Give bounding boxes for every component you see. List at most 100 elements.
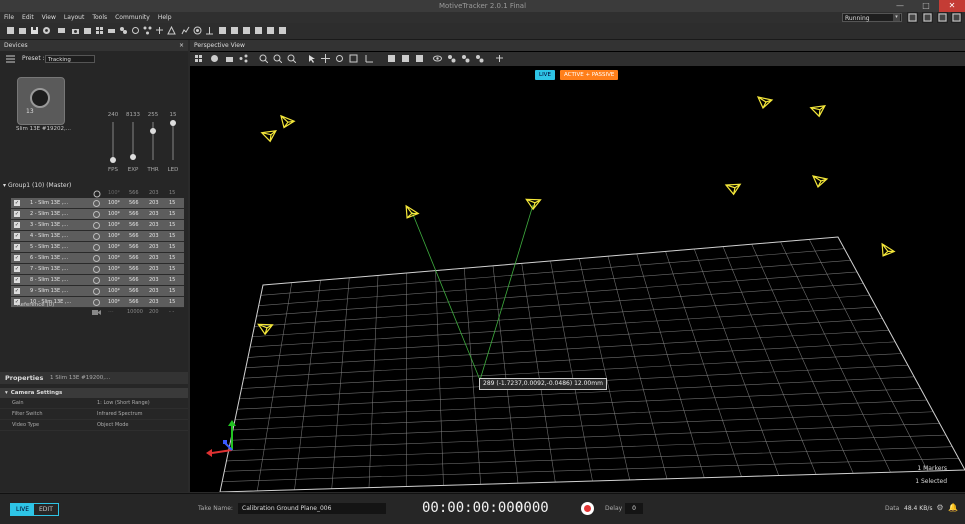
property-row[interactable]: Gain 1: Low (Short Range) (0, 398, 188, 409)
property-value[interactable]: Infrared Spectrum (97, 409, 143, 419)
camera-row[interactable]: ✓ 9 - Slim 13E ,... 100* 566 203 15 (11, 286, 184, 297)
view4-icon[interactable] (254, 26, 263, 35)
row-checkbox[interactable]: ✓ (14, 200, 20, 206)
row-checkbox[interactable]: ✓ (14, 266, 20, 272)
property-row[interactable]: Video Type Object Mode (0, 420, 188, 431)
assets-icon[interactable] (119, 26, 128, 35)
camera-row[interactable]: ✓ 2 - Slim 13E ,... 100* 566 203 15 (11, 209, 184, 220)
row-checkbox[interactable]: ✓ (14, 211, 20, 217)
menu-tools[interactable]: Tools (88, 12, 111, 23)
layout-button-3[interactable] (937, 12, 948, 23)
view-a-icon[interactable] (387, 54, 396, 63)
skeleton-icon[interactable] (495, 54, 504, 63)
grid-icon[interactable] (95, 26, 104, 35)
reference-label[interactable]: Reference (0) (17, 302, 54, 308)
camera-row[interactable]: ✓ 3 - Slim 13E ,... 100* 566 203 15 (11, 220, 184, 231)
row-checkbox[interactable]: ✓ (14, 222, 20, 228)
menu-help[interactable]: Help (154, 12, 176, 23)
share-icon[interactable] (239, 54, 248, 63)
row-checkbox[interactable]: ✓ (14, 233, 20, 239)
property-row[interactable]: Filter Switch Infrared Spectrum (0, 409, 188, 420)
led-knob[interactable] (170, 120, 176, 126)
view-c-icon[interactable] (415, 54, 424, 63)
eye-icon[interactable] (433, 54, 442, 63)
row-checkbox[interactable]: ✓ (14, 277, 20, 283)
led-slider[interactable]: 15 LED (161, 82, 185, 173)
live-mode-button[interactable]: LIVE (11, 504, 35, 515)
fps-track[interactable] (112, 122, 114, 160)
scale-icon[interactable] (349, 54, 358, 63)
marker-mode-badge[interactable]: ACTIVE + PASSIVE (560, 70, 619, 80)
layout-icon[interactable] (194, 54, 203, 63)
rotate-icon[interactable] (335, 54, 344, 63)
led-track[interactable] (172, 122, 174, 160)
timeline-icon[interactable] (107, 26, 116, 35)
view6-icon[interactable] (278, 26, 287, 35)
menu-layout[interactable]: Layout (60, 12, 88, 23)
panel-icon[interactable] (57, 26, 66, 35)
markers-icon[interactable] (143, 26, 152, 35)
view3-icon[interactable] (242, 26, 251, 35)
open-icon[interactable] (18, 26, 27, 35)
local-icon[interactable] (365, 54, 374, 63)
3d-scene[interactable] (190, 40, 965, 492)
row-checkbox[interactable]: ✓ (14, 255, 20, 261)
menu-view[interactable]: View (38, 12, 60, 23)
sync-icon[interactable] (131, 26, 140, 35)
layout-button-2[interactable] (922, 12, 933, 23)
move-icon[interactable] (321, 54, 330, 63)
camera-row[interactable]: ✓ 5 - Slim 13E ,... 100* 566 203 15 (11, 242, 184, 253)
trajectory-icon[interactable] (461, 54, 470, 63)
camera-row[interactable]: ✓ 1 - Slim 13E ,... 100* 566 203 15 (11, 198, 184, 209)
fps-knob[interactable] (110, 157, 116, 163)
menu-community[interactable]: Community (111, 12, 154, 23)
list-icon[interactable] (6, 55, 15, 63)
zoom-fit-icon[interactable] (287, 54, 296, 63)
menu-file[interactable]: File (0, 12, 18, 23)
mode-select[interactable]: Running ▾ (842, 13, 902, 22)
view-b-icon[interactable] (401, 54, 410, 63)
rigidbody-icon[interactable] (167, 26, 176, 35)
save-icon[interactable] (30, 26, 39, 35)
layout-button[interactable] (907, 12, 918, 23)
threshold-knob[interactable] (150, 128, 156, 134)
layout-button-4[interactable] (951, 12, 962, 23)
maximize-button[interactable]: □ (913, 0, 939, 12)
view2-icon[interactable] (230, 26, 239, 35)
menu-edit[interactable]: Edit (18, 12, 38, 23)
perspective-icon[interactable] (210, 54, 219, 63)
edit-mode-button[interactable]: EDIT (34, 504, 58, 515)
frustum-icon[interactable] (475, 54, 484, 63)
view5-icon[interactable] (266, 26, 275, 35)
delay-input[interactable]: 0 (625, 503, 643, 514)
camera-row[interactable]: ✓ 6 - Slim 13E ,... 100* 566 203 15 (11, 253, 184, 264)
minimize-button[interactable]: — (887, 0, 913, 12)
property-value[interactable]: Object Mode (97, 420, 129, 430)
calibration-icon[interactable] (205, 26, 214, 35)
row-checkbox[interactable]: ✓ (14, 244, 20, 250)
settings-icon[interactable] (42, 26, 51, 35)
property-value[interactable]: 1: Low (Short Range) (97, 398, 150, 408)
select-icon[interactable] (307, 54, 316, 63)
graph-icon[interactable] (181, 26, 190, 35)
zoom-in-icon[interactable] (259, 54, 268, 63)
markers-icon[interactable] (447, 54, 456, 63)
zoom-out-icon[interactable] (273, 54, 282, 63)
new-icon[interactable] (6, 26, 15, 35)
close-button[interactable]: ✕ (939, 0, 965, 12)
camera-row[interactable]: ✓ 4 - Slim 13E ,... 100* 566 203 15 (11, 231, 184, 242)
skeleton-icon[interactable] (155, 26, 164, 35)
perspective-viewport[interactable]: Perspective View LIVE ACTIVE + PASSIVE 2… (190, 40, 965, 492)
camera-settings-section[interactable]: ▾ Camera Settings (0, 388, 188, 398)
notification-bell-icon[interactable]: 🔔 (948, 503, 958, 513)
record-button[interactable] (581, 502, 594, 515)
video-icon[interactable] (83, 26, 92, 35)
exposure-knob[interactable] (130, 154, 136, 160)
broadcast-icon[interactable] (193, 26, 202, 35)
camera-icon[interactable] (71, 26, 80, 35)
camera-thumbnail[interactable]: 13 (17, 77, 65, 125)
camera-icon[interactable] (225, 54, 234, 63)
take-name-input[interactable]: Calibration Ground Plane_006 (238, 503, 386, 514)
camera-row[interactable]: ✓ 7 - Slim 13E ,... 100* 566 203 15 (11, 264, 184, 275)
camera-row[interactable]: ✓ 8 - Slim 13E ,... 100* 566 203 15 (11, 275, 184, 286)
